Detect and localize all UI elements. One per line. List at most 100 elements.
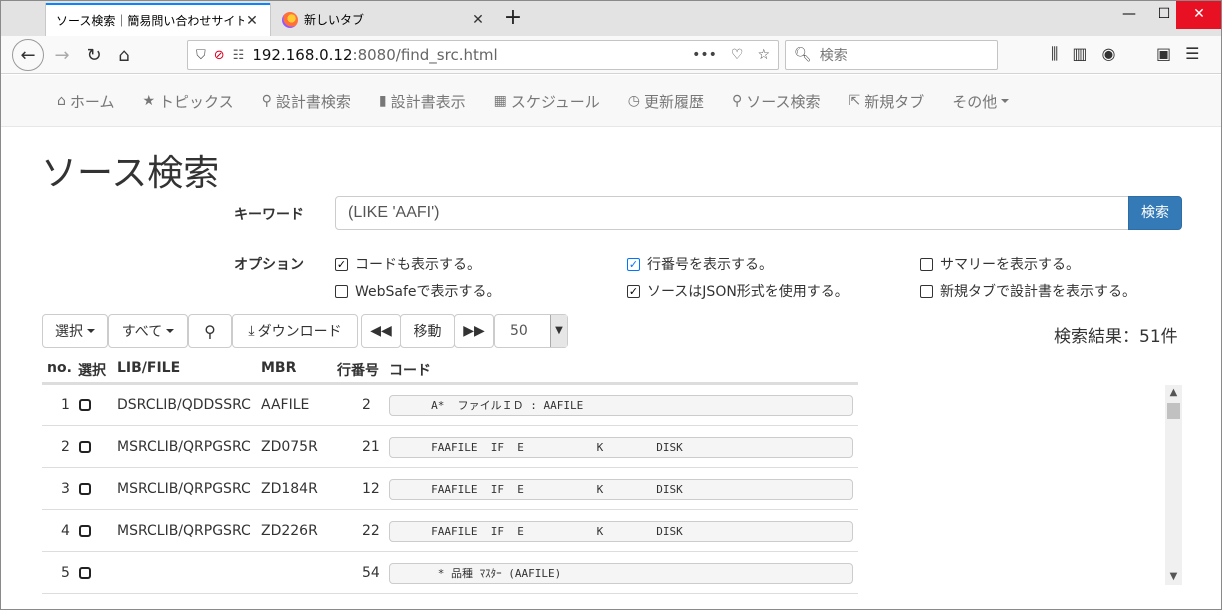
search-bar[interactable]: 🔍︎ 検索 — [785, 40, 998, 70]
nav-item-design-search[interactable]: ⚲ 設計書検索 — [248, 91, 365, 112]
bookmark-star-icon[interactable]: ☆ — [757, 47, 770, 63]
page-actions-icon[interactable]: ••• — [692, 47, 717, 63]
option-websafe[interactable]: WebSafeで表示する。 — [335, 281, 501, 301]
row-mbr[interactable]: ZD184R — [261, 481, 318, 497]
row-lib-file[interactable]: DSRCLIB/QDDSSRC — [117, 397, 251, 413]
window-close-button[interactable]: ✕ — [1176, 1, 1221, 29]
checkbox-unchecked[interactable] — [920, 284, 933, 298]
row-line-number: 22 — [362, 523, 380, 539]
option-show-code[interactable]: ✓ コードも表示する。 — [335, 254, 481, 274]
checkbox-unchecked[interactable] — [335, 284, 348, 298]
reload-button[interactable]: ↻ — [79, 40, 109, 70]
nav-label: 設計書検索 — [275, 92, 351, 111]
forward-button[interactable]: → — [47, 40, 77, 70]
row-lib-file[interactable]: MSRCLIB/QRPGSRC — [117, 523, 251, 539]
search-button[interactable]: 検索 — [1128, 196, 1182, 230]
option-open-new-tab[interactable]: 新規タブで設計書を表示する。 — [920, 281, 1136, 301]
nav-label: 更新履歴 — [644, 92, 705, 111]
row-no: 4 — [61, 523, 70, 539]
close-icon[interactable]: ✕ — [244, 13, 260, 29]
row-lib-file[interactable]: MSRCLIB/QRPGSRC — [117, 439, 251, 455]
back-button[interactable]: ← — [12, 39, 44, 71]
external-link-icon: ⇱ — [848, 93, 861, 109]
row-checkbox[interactable] — [79, 483, 91, 495]
prev-page-button[interactable]: ◀◀ — [361, 314, 401, 348]
permissions-icon[interactable]: ☷ — [233, 48, 245, 63]
page-size-value: 50 — [510, 323, 528, 339]
search-icon: ⚲ — [732, 93, 743, 109]
checkbox-checked[interactable]: ✓ — [627, 284, 640, 298]
row-mbr[interactable]: ZD226R — [261, 523, 318, 539]
move-button[interactable]: 移動 — [400, 314, 455, 348]
nav-item-topics[interactable]: ★ トピックス — [128, 91, 247, 112]
arrow-left-icon: ← — [20, 44, 36, 66]
checkbox-checked[interactable]: ✓ — [335, 257, 348, 271]
row-mbr[interactable]: AAFILE — [261, 397, 309, 413]
row-checkbox[interactable] — [79, 441, 91, 453]
address-bar[interactable]: ⛉ ⊘ ☷ 192.168.0.12:8080/find_src.html ••… — [187, 40, 779, 70]
pocket-icon[interactable]: ♡ — [731, 47, 744, 63]
home-button[interactable]: ⌂ — [109, 40, 139, 70]
nav-label: ソース検索 — [746, 92, 821, 111]
tab-title: ソース検索｜簡易問い合わせサイト — [56, 14, 244, 28]
row-no: 5 — [61, 565, 70, 581]
results-scrollbar[interactable]: ▲ ▼ — [1165, 385, 1182, 585]
nav-item-source-search[interactable]: ⚲ ソース検索 — [718, 91, 835, 112]
scroll-thumb[interactable] — [1167, 403, 1180, 419]
button-label: 移動 — [413, 324, 442, 340]
search-icon: ⚲ — [204, 321, 216, 341]
page-size-select[interactable]: 50 ▼ — [494, 314, 568, 348]
row-code: FAAFILE IF E K DISK — [389, 479, 853, 500]
book-icon: ▮ — [378, 93, 387, 109]
nav-item-design-view[interactable]: ▮ 設計書表示 — [365, 91, 480, 112]
nav-item-schedule[interactable]: ▦ スケジュール — [480, 91, 614, 112]
arrow-right-icon: → — [54, 44, 70, 66]
row-checkbox[interactable] — [79, 399, 91, 411]
row-code: FAAFILE IF E K DISK — [389, 437, 853, 458]
row-code: * 品種 ﾏｽﾀｰ (AAFILE) — [389, 563, 853, 584]
library-icon[interactable]: ⫼ — [1051, 44, 1058, 64]
row-mbr[interactable]: ZD075R — [261, 439, 318, 455]
button-label: ダウンロード — [257, 324, 342, 340]
insecure-lock-icon[interactable]: ⊘ — [214, 48, 225, 63]
option-use-json[interactable]: ✓ ソースはJSON形式を使用する。 — [627, 281, 849, 301]
option-label: コードも表示する。 — [355, 257, 481, 273]
nav-item-home[interactable]: ⌂ ホーム — [43, 91, 128, 112]
row-lib-file[interactable]: MSRCLIB/QRPGSRC — [117, 481, 251, 497]
row-no: 2 — [61, 439, 70, 455]
sidebar-icon[interactable]: ▥ — [1072, 44, 1087, 64]
close-icon[interactable]: ✕ — [470, 12, 486, 28]
download-button[interactable]: ⤓ ダウンロード — [232, 314, 358, 348]
checkbox-unchecked[interactable] — [920, 257, 933, 271]
select-dropdown-button[interactable]: 選択 — [42, 314, 108, 348]
checkbox-checked[interactable]: ✓ — [627, 257, 640, 271]
option-show-summary[interactable]: サマリーを表示する。 — [920, 254, 1080, 274]
nav-item-other[interactable]: その他 — [938, 91, 1023, 112]
shield-icon[interactable]: ⛉ — [196, 48, 206, 63]
tab-new-tab[interactable]: 新しいタブ ✕ — [272, 3, 496, 36]
search-button-small[interactable]: ⚲ — [188, 314, 232, 348]
extensions-icon[interactable]: ▣ — [1156, 44, 1171, 63]
menu-icon[interactable]: ☰ — [1185, 44, 1199, 63]
search-icon: 🔍︎ — [794, 47, 812, 63]
keyword-input[interactable] — [335, 196, 1129, 230]
option-show-line-number[interactable]: ✓ 行番号を表示する。 — [627, 254, 773, 274]
nav-item-new-tab[interactable]: ⇱ 新規タブ — [835, 91, 939, 112]
table-header: no. 選択 LIB/FILE MBR 行番号 コード — [42, 357, 858, 385]
nav-item-history[interactable]: ◷ 更新履歴 — [614, 91, 718, 112]
tab-source-search[interactable]: ソース検索｜簡易問い合わせサイト ✕ — [46, 3, 270, 36]
all-dropdown-button[interactable]: すべて — [108, 314, 188, 348]
row-code: FAAFILE IF E K DISK — [389, 521, 853, 542]
scroll-down-icon[interactable]: ▼ — [1165, 569, 1182, 585]
table-row: 4 MSRCLIB/QRPGSRC ZD226R 22 FAAFILE IF E… — [42, 511, 858, 552]
row-checkbox[interactable] — [79, 525, 91, 537]
account-icon[interactable]: ◉ — [1102, 44, 1116, 64]
new-tab-button[interactable]: + — [501, 3, 525, 34]
options-label: オプション — [234, 257, 304, 273]
chevron-down-icon[interactable]: ▼ — [550, 315, 567, 347]
forward-icon: ▶▶ — [463, 323, 485, 339]
scroll-up-icon[interactable]: ▲ — [1165, 385, 1182, 401]
row-checkbox[interactable] — [79, 567, 91, 579]
option-label: 行番号を表示する。 — [647, 257, 773, 273]
next-page-button[interactable]: ▶▶ — [454, 314, 494, 348]
